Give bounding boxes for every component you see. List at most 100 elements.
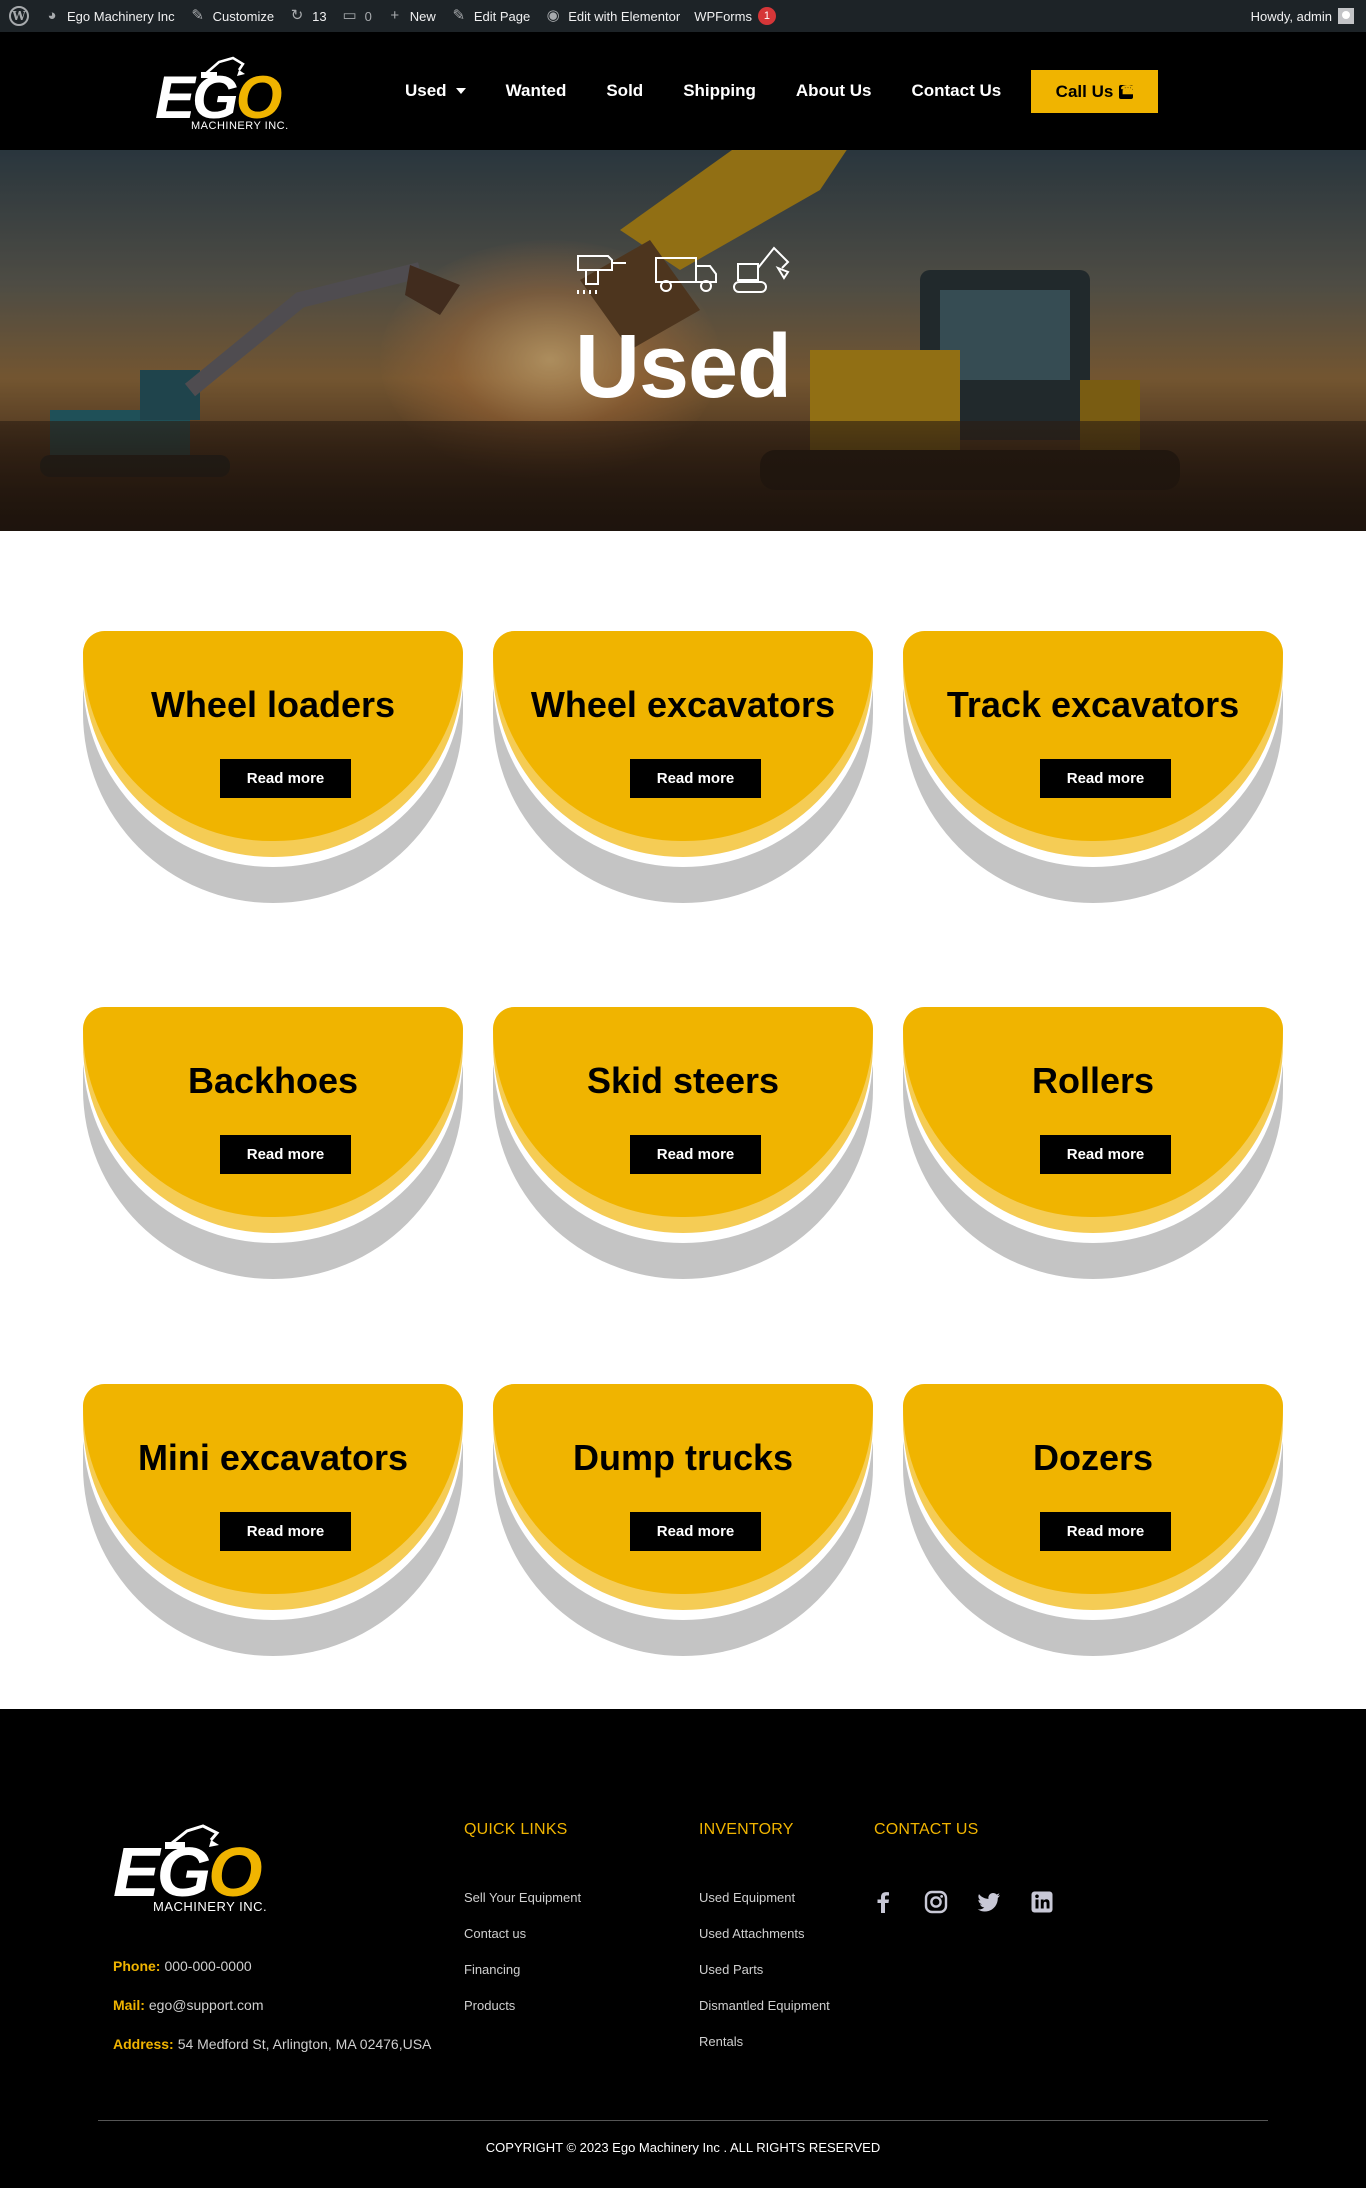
edit-elementor-link[interactable]: ◉ Edit with Elementor [537, 0, 687, 32]
footer-link-used-parts[interactable]: Used Parts [699, 1962, 763, 1977]
footer-link-used-equipment[interactable]: Used Equipment [699, 1890, 795, 1905]
wp-logo-menu[interactable]: W [0, 0, 36, 32]
twitter-icon[interactable] [976, 1889, 1002, 1915]
quick-links-heading: QUICK LINKS [464, 1821, 568, 1838]
read-more-button[interactable]: Read more [630, 1135, 761, 1174]
mail-label: Mail: [113, 1997, 145, 2013]
read-more-button[interactable]: Read more [1040, 1512, 1171, 1551]
updates-link[interactable]: ↻ 13 [281, 0, 333, 32]
category-card-dump-trucks: Dump trucks Read more [493, 1384, 873, 1656]
footer-address: Address: 54 Medford St, Arlington, MA 024… [113, 2036, 431, 2052]
category-card-backhoes: Backhoes Read more [83, 1007, 463, 1279]
nav-item-wanted[interactable]: Wanted [506, 81, 567, 101]
wpforms-label: WPForms [694, 8, 752, 24]
edit-elementor-label: Edit with Elementor [568, 8, 681, 24]
wpforms-menu[interactable]: WPForms 1 [687, 0, 783, 32]
category-grid: Wheel loaders Read more Wheel excavators… [0, 531, 1366, 1709]
elementor-icon: ◉ [546, 7, 560, 24]
dashboard-icon: ◕ [47, 7, 57, 24]
main-nav: Used Wanted Sold Shipping About Us Conta… [405, 32, 1041, 150]
footer-logo[interactable]: EGO MACHINERY INC. [113, 1821, 313, 1917]
call-us-label: Call Us [1055, 81, 1114, 101]
category-title: Wheel excavators [530, 684, 836, 725]
address-value: 54 Medford St, Arlington, MA 02476,USA [177, 2036, 432, 2052]
hero-banner: Used [0, 150, 1366, 531]
excavator-icon [733, 246, 790, 293]
footer-link-used-attachments[interactable]: Used Attachments [699, 1926, 805, 1941]
category-card-mini-excavators: Mini excavators Read more [83, 1384, 463, 1656]
category-card-wheel-loaders: Wheel loaders Read more [83, 631, 463, 903]
comments-count: 0 [364, 8, 372, 24]
site-name-label: Ego Machinery Inc [67, 8, 175, 24]
plus-icon: + [390, 7, 400, 24]
mail-value[interactable]: ego@support.com [149, 1997, 264, 2013]
nav-item-about-us[interactable]: About Us [796, 81, 872, 101]
site-name-menu[interactable]: ◕ Ego Machinery Inc [36, 0, 182, 32]
category-card-wheel-excavators: Wheel excavators Read more [493, 631, 873, 903]
category-title: Mini excavators [137, 1437, 409, 1478]
inventory-heading: INVENTORY [699, 1821, 794, 1838]
site-header: EGO MACHINERY INC. Used Wanted Sold Ship… [0, 32, 1366, 150]
customize-link[interactable]: ✎ Customize [182, 0, 281, 32]
wpforms-badge: 1 [757, 7, 776, 25]
call-us-button[interactable]: Call Us [1031, 70, 1158, 113]
avatar [1338, 8, 1354, 24]
read-more-button[interactable]: Read more [220, 759, 351, 798]
read-more-button[interactable]: Read more [1040, 759, 1171, 798]
category-card-dozers: Dozers Read more [903, 1384, 1283, 1656]
linkedin-icon[interactable] [1029, 1889, 1055, 1915]
phone-icon [1119, 83, 1135, 99]
edit-page-label: Edit Page [473, 8, 531, 24]
footer-link-rentals[interactable]: Rentals [699, 2034, 743, 2049]
address-label: Address: [113, 2036, 174, 2052]
footer-logo-wordmark: EGO [113, 1833, 263, 1911]
contact-us-heading: CONTACT US [874, 1821, 979, 1838]
instagram-icon[interactable] [923, 1889, 949, 1915]
my-account-menu[interactable]: Howdy, admin [1244, 0, 1366, 32]
footer-link-contact-us[interactable]: Contact us [464, 1926, 526, 1941]
footer-mail: Mail: ego@support.com [113, 1997, 264, 2013]
read-more-button[interactable]: Read more [220, 1135, 351, 1174]
read-more-button[interactable]: Read more [630, 759, 761, 798]
pencil-icon: ✎ [452, 7, 466, 24]
read-more-button[interactable]: Read more [220, 1512, 351, 1551]
nav-item-contact-us[interactable]: Contact Us [911, 81, 1001, 101]
drill-icon [577, 255, 626, 294]
footer-divider [98, 2120, 1268, 2121]
category-card-skid-steers: Skid steers Read more [493, 1007, 873, 1279]
facebook-icon[interactable] [870, 1889, 896, 1915]
category-title: Track excavators [946, 684, 1240, 725]
logo-subtitle: MACHINERY INC. [191, 120, 289, 132]
new-content-menu[interactable]: + New [379, 0, 443, 32]
category-title: Backhoes [187, 1060, 359, 1101]
updates-count: 13 [312, 8, 327, 24]
site-logo[interactable]: EGO MACHINERY INC. [155, 54, 325, 136]
wp-admin-bar: W ◕ Ego Machinery Inc ✎ Customize ↻ 13 ▭… [0, 0, 1366, 32]
footer-link-financing[interactable]: Financing [464, 1962, 520, 1977]
footer-link-products[interactable]: Products [464, 1998, 515, 2013]
category-card-rollers: Rollers Read more [903, 1007, 1283, 1279]
comments-link[interactable]: ▭ 0 [334, 0, 379, 32]
category-title: Rollers [1031, 1060, 1155, 1101]
paintbrush-icon: ✎ [191, 7, 204, 24]
category-title: Skid steers [586, 1060, 780, 1101]
site-footer: EGO MACHINERY INC. Phone: 000-000-0000 Ma… [0, 1709, 1366, 2188]
customize-label: Customize [212, 8, 275, 24]
copyright-text: COPYRIGHT © 2023 Ego Machinery Inc . ALL… [485, 2140, 881, 2155]
nav-item-sold[interactable]: Sold [606, 81, 643, 101]
howdy-label: Howdy, admin [1250, 8, 1332, 24]
footer-link-dismantled-equipment[interactable]: Dismantled Equipment [699, 1998, 830, 2013]
wordpress-icon: W [9, 6, 29, 26]
dump-truck-icon [655, 257, 717, 292]
nav-item-shipping[interactable]: Shipping [683, 81, 756, 101]
updates-icon: ↻ [290, 7, 304, 24]
nav-item-used[interactable]: Used [405, 81, 466, 101]
read-more-button[interactable]: Read more [1040, 1135, 1171, 1174]
category-title: Dump trucks [572, 1437, 794, 1478]
read-more-button[interactable]: Read more [630, 1512, 761, 1551]
category-title: Dozers [1032, 1437, 1154, 1478]
footer-link-sell-equipment[interactable]: Sell Your Equipment [464, 1890, 581, 1905]
edit-page-link[interactable]: ✎ Edit Page [443, 0, 537, 32]
category-title: Wheel loaders [150, 684, 396, 725]
phone-value[interactable]: 000-000-0000 [164, 1958, 251, 1974]
